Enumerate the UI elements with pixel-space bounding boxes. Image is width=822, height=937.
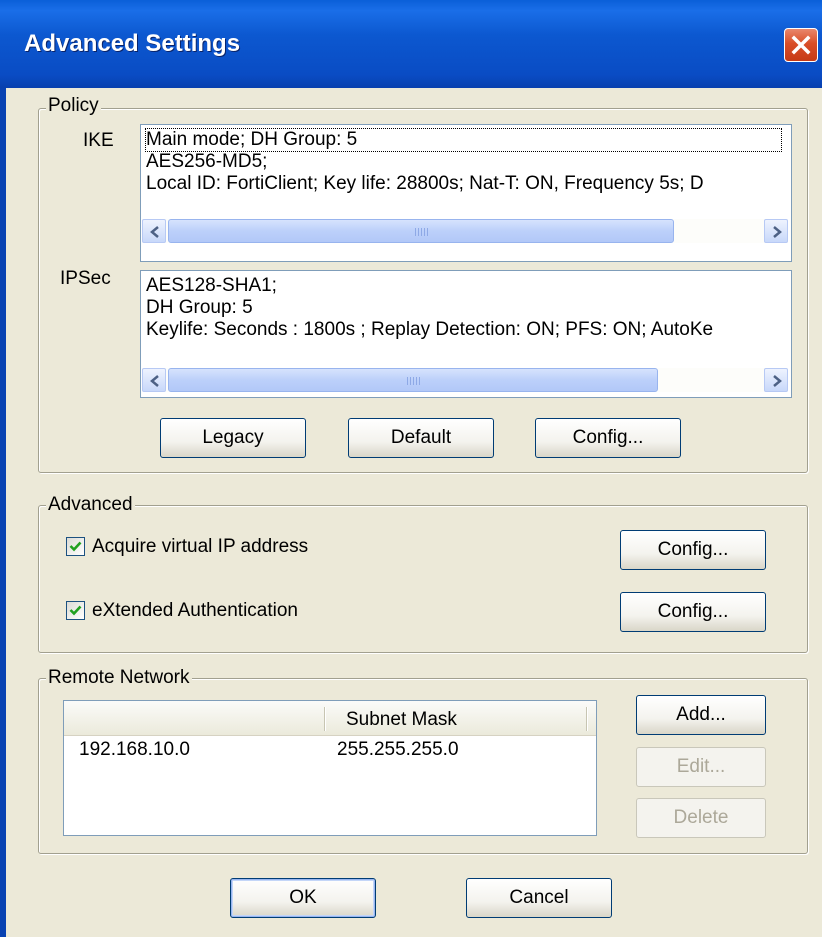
window-border [0, 88, 6, 937]
column-header-subnet-mask[interactable]: Subnet Mask [346, 709, 457, 731]
virtual-ip-label[interactable]: Acquire virtual IP address [92, 536, 308, 558]
ike-scroll-right-button[interactable] [764, 219, 788, 243]
window-title: Advanced Settings [24, 30, 241, 57]
policy-config-button[interactable]: Config... [535, 418, 681, 458]
ipsec-line-1[interactable]: AES128-SHA1; [146, 275, 713, 297]
list-header: Subnet Mask [64, 701, 596, 736]
add-button[interactable]: Add... [636, 695, 766, 735]
ike-line-1[interactable]: Main mode; DH Group: 5 [145, 128, 782, 152]
checkmark-icon [69, 541, 82, 552]
column-divider[interactable] [586, 707, 587, 731]
table-row[interactable]: 192.168.10.0 255.255.255.0 [64, 739, 596, 765]
ike-listbox[interactable]: Main mode; DH Group: 5 AES256-MD5; Local… [140, 124, 792, 262]
ike-scroll-left-button[interactable] [142, 219, 166, 243]
title-bar[interactable]: Advanced Settings [0, 0, 822, 88]
remote-network-list[interactable]: Subnet Mask 192.168.10.0 255.255.255.0 [63, 700, 597, 836]
legacy-button[interactable]: Legacy [160, 418, 306, 458]
ipsec-scroll-right-button[interactable] [764, 368, 788, 392]
virtual-ip-checkbox[interactable] [66, 537, 85, 556]
ipsec-scroll-thumb[interactable] [168, 368, 658, 392]
ike-line-2[interactable]: AES256-MD5; [146, 151, 781, 173]
close-icon [791, 35, 811, 55]
delete-button[interactable]: Delete [636, 798, 766, 838]
advanced-group-label: Advanced [46, 494, 135, 516]
ike-scroll-thumb[interactable] [168, 219, 674, 243]
xauth-label[interactable]: eXtended Authentication [92, 600, 298, 622]
ike-line-3[interactable]: Local ID: FortiClient; Key life: 28800s;… [146, 173, 781, 195]
grip-icon [415, 228, 429, 236]
virtual-ip-config-button[interactable]: Config... [620, 530, 766, 570]
row-address: 192.168.10.0 [79, 739, 190, 760]
ipsec-label: IPSec [60, 268, 111, 289]
edit-button[interactable]: Edit... [636, 747, 766, 787]
arrow-right-icon [773, 375, 782, 387]
arrow-left-icon [150, 375, 159, 387]
ok-button[interactable]: OK [230, 878, 376, 918]
ipsec-listbox[interactable]: AES128-SHA1; DH Group: 5 Keylife: Second… [140, 270, 792, 398]
ipsec-horizontal-scrollbar[interactable] [142, 368, 788, 392]
ipsec-scroll-left-button[interactable] [142, 368, 166, 392]
xauth-checkbox[interactable] [66, 601, 85, 620]
grip-icon [407, 377, 421, 385]
row-subnet-mask: 255.255.255.0 [337, 739, 459, 760]
ipsec-line-3[interactable]: Keylife: Seconds : 1800s ; Replay Detect… [146, 319, 713, 341]
ike-label: IKE [83, 130, 114, 151]
ipsec-line-2[interactable]: DH Group: 5 [146, 297, 713, 319]
close-button[interactable] [784, 28, 818, 62]
column-divider[interactable] [324, 707, 325, 731]
checkmark-icon [69, 605, 82, 616]
cancel-button[interactable]: Cancel [466, 878, 612, 918]
xauth-config-button[interactable]: Config... [620, 592, 766, 632]
arrow-right-icon [773, 226, 782, 238]
ike-horizontal-scrollbar[interactable] [142, 219, 788, 243]
default-button[interactable]: Default [348, 418, 494, 458]
arrow-left-icon [150, 226, 159, 238]
remote-network-group-label: Remote Network [46, 667, 192, 689]
policy-group-label: Policy [46, 95, 101, 117]
